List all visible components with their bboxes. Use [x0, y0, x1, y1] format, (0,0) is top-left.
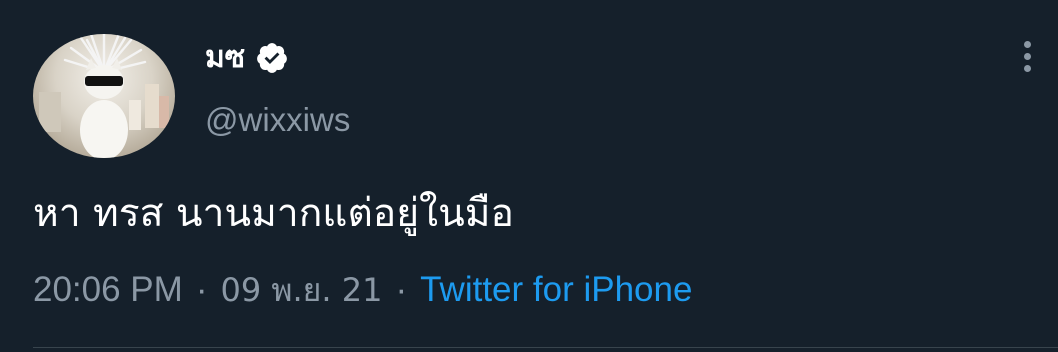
tweet-date[interactable]: 09 พ.ย. 21 — [220, 266, 382, 314]
tweet-time[interactable]: 20:06 PM — [33, 266, 183, 314]
author-handle[interactable]: @wixxiws — [205, 98, 350, 142]
avatar[interactable] — [33, 34, 175, 158]
author-name-row[interactable]: มซ — [205, 34, 289, 82]
more-vertical-icon — [1024, 41, 1031, 48]
verified-badge-icon — [255, 41, 289, 75]
tweet-metadata: 20:06 PM · 09 พ.ย. 21 · Twitter for iPho… — [33, 266, 692, 314]
tweet-source-link[interactable]: Twitter for iPhone — [420, 266, 692, 314]
separator: · — [195, 270, 208, 309]
separator: · — [395, 270, 408, 309]
display-name[interactable]: มซ — [205, 34, 245, 82]
divider — [33, 347, 1058, 348]
avatar-image — [39, 34, 169, 158]
tweet-detail: มซ @wixxiws หา ทรส นานมากแต่อยู่ในมือ 20… — [0, 0, 1058, 352]
more-options-button[interactable] — [1008, 36, 1048, 76]
more-vertical-icon — [1024, 53, 1031, 60]
more-vertical-icon — [1024, 65, 1031, 72]
tweet-text: หา ทรส นานมากแต่อยู่ในมือ — [33, 191, 514, 236]
